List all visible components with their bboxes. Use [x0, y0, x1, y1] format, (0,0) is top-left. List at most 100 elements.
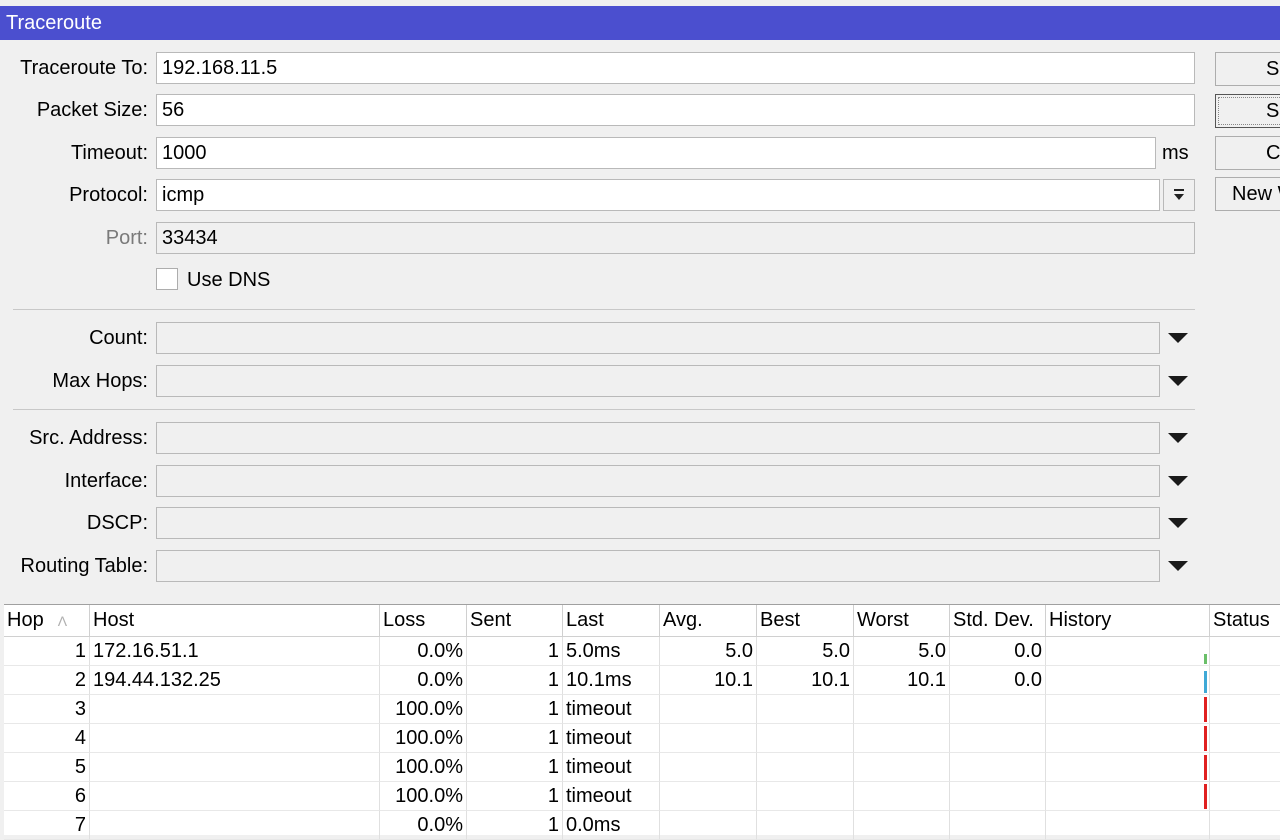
cell-avg: 5.0 — [660, 637, 757, 666]
start-button[interactable]: S — [1215, 52, 1280, 86]
window-title: Traceroute — [0, 6, 1280, 40]
cell-sent: 1 — [467, 695, 563, 724]
count-input[interactable] — [156, 322, 1160, 354]
use-dns-checkbox[interactable] — [156, 268, 178, 290]
packet-size-label: Packet Size: — [36, 99, 148, 121]
cell-std: 0.0 — [950, 666, 1046, 695]
history-bar — [1204, 697, 1207, 722]
dscp-expand-icon[interactable] — [1168, 518, 1188, 528]
stop-button[interactable]: S — [1215, 94, 1280, 128]
cell-sent: 1 — [467, 724, 563, 753]
history-bar — [1204, 654, 1207, 664]
cell-loss: 100.0% — [380, 695, 467, 724]
cell-best: 5.0 — [757, 637, 854, 666]
table-row[interactable]: 4 100.0% 1 timeout — [4, 724, 1280, 753]
cell-status — [1210, 666, 1280, 695]
cell-std — [950, 695, 1046, 724]
cell-std: 0.0 — [950, 637, 1046, 666]
column-header-best[interactable]: Best — [757, 605, 854, 636]
cell-last: timeout — [563, 753, 660, 782]
cell-best — [757, 782, 854, 811]
column-header-host[interactable]: Host — [90, 605, 380, 636]
routing-table-expand-icon[interactable] — [1168, 561, 1188, 571]
column-header-label: Hop — [7, 609, 44, 631]
close-button[interactable]: C — [1215, 136, 1280, 170]
protocol-select[interactable]: icmp — [156, 179, 1160, 211]
src-address-expand-icon[interactable] — [1168, 433, 1188, 443]
separator — [13, 309, 1195, 310]
dscp-input[interactable] — [156, 507, 1160, 539]
table-row[interactable]: 1 172.16.51.1 0.0% 1 5.0ms 5.0 5.0 5.0 0.0 — [4, 637, 1280, 666]
cell-host — [90, 695, 380, 724]
cell-status — [1210, 724, 1280, 753]
table-header: Hop Λ Host Loss Sent Last Avg. Best Worst… — [4, 605, 1280, 637]
column-header-history[interactable]: History — [1046, 605, 1210, 636]
port-label: Port: — [105, 227, 148, 249]
column-header-worst[interactable]: Worst — [854, 605, 950, 636]
routing-table-label: Routing Table: — [20, 555, 149, 577]
table-row[interactable]: 3 100.0% 1 timeout — [4, 695, 1280, 724]
column-header-avg[interactable]: Avg. — [660, 605, 757, 636]
cell-history — [1046, 695, 1210, 724]
interface-label: Interface: — [64, 470, 148, 492]
timeout-label: Timeout: — [70, 142, 148, 164]
count-expand-icon[interactable] — [1168, 333, 1188, 343]
cell-status — [1210, 637, 1280, 666]
interface-input[interactable] — [156, 465, 1160, 497]
cell-std — [950, 724, 1046, 753]
cell-hop: 6 — [4, 782, 90, 811]
timeout-input[interactable]: 1000 — [156, 137, 1156, 169]
cell-history — [1046, 666, 1210, 695]
cell-loss: 0.0% — [380, 637, 467, 666]
protocol-label: Protocol: — [69, 184, 148, 206]
cell-worst — [854, 753, 950, 782]
sort-ascending-icon: Λ — [57, 613, 68, 629]
protocol-dropdown-button[interactable] — [1163, 179, 1195, 211]
cell-last: timeout — [563, 724, 660, 753]
column-header-std-dev[interactable]: Std. Dev. — [950, 605, 1046, 636]
cell-worst — [854, 782, 950, 811]
history-bar — [1204, 784, 1207, 809]
max-hops-label: Max Hops: — [52, 370, 148, 392]
cell-status — [1210, 782, 1280, 811]
interface-expand-icon[interactable] — [1168, 476, 1188, 486]
max-hops-expand-icon[interactable] — [1168, 376, 1188, 386]
table-row[interactable]: 2 194.44.132.25 0.0% 1 10.1ms 10.1 10.1 10.1 0.0 — [4, 666, 1280, 695]
column-header-status[interactable]: Status — [1210, 605, 1280, 636]
cell-host — [90, 753, 380, 782]
table-row[interactable]: 7 0.0% 1 0.0ms — [4, 811, 1280, 840]
cell-loss: 100.0% — [380, 782, 467, 811]
new-window-button[interactable]: New W — [1215, 177, 1280, 211]
src-address-input[interactable] — [156, 422, 1160, 454]
cell-host: 194.44.132.25 — [90, 666, 380, 695]
cell-status — [1210, 753, 1280, 782]
cell-avg — [660, 811, 757, 840]
use-dns-label[interactable]: Use DNS — [187, 264, 270, 296]
cell-best — [757, 695, 854, 724]
cell-loss: 0.0% — [380, 811, 467, 840]
table-row[interactable]: 5 100.0% 1 timeout — [4, 753, 1280, 782]
traceroute-to-input[interactable]: 192.168.11.5 — [156, 52, 1195, 84]
cell-hop: 4 — [4, 724, 90, 753]
column-header-hop[interactable]: Hop Λ — [4, 605, 90, 636]
column-header-loss[interactable]: Loss — [380, 605, 467, 636]
cell-last: 0.0ms — [563, 811, 660, 840]
routing-table-input[interactable] — [156, 550, 1160, 582]
cell-sent: 1 — [467, 666, 563, 695]
packet-size-input[interactable]: 56 — [156, 94, 1195, 126]
cell-host — [90, 782, 380, 811]
cell-status — [1210, 695, 1280, 724]
cell-status — [1210, 811, 1280, 840]
column-header-last[interactable]: Last — [563, 605, 660, 636]
cell-history — [1046, 811, 1210, 840]
cell-last: 10.1ms — [563, 666, 660, 695]
history-bar — [1204, 755, 1207, 780]
traceroute-to-label: Traceroute To: — [20, 57, 148, 79]
src-address-label: Src. Address: — [29, 427, 148, 449]
cell-hop: 1 — [4, 637, 90, 666]
table-row[interactable]: 6 100.0% 1 timeout — [4, 782, 1280, 811]
column-header-sent[interactable]: Sent — [467, 605, 563, 636]
max-hops-input[interactable] — [156, 365, 1160, 397]
cell-host: 172.16.51.1 — [90, 637, 380, 666]
cell-history — [1046, 637, 1210, 666]
